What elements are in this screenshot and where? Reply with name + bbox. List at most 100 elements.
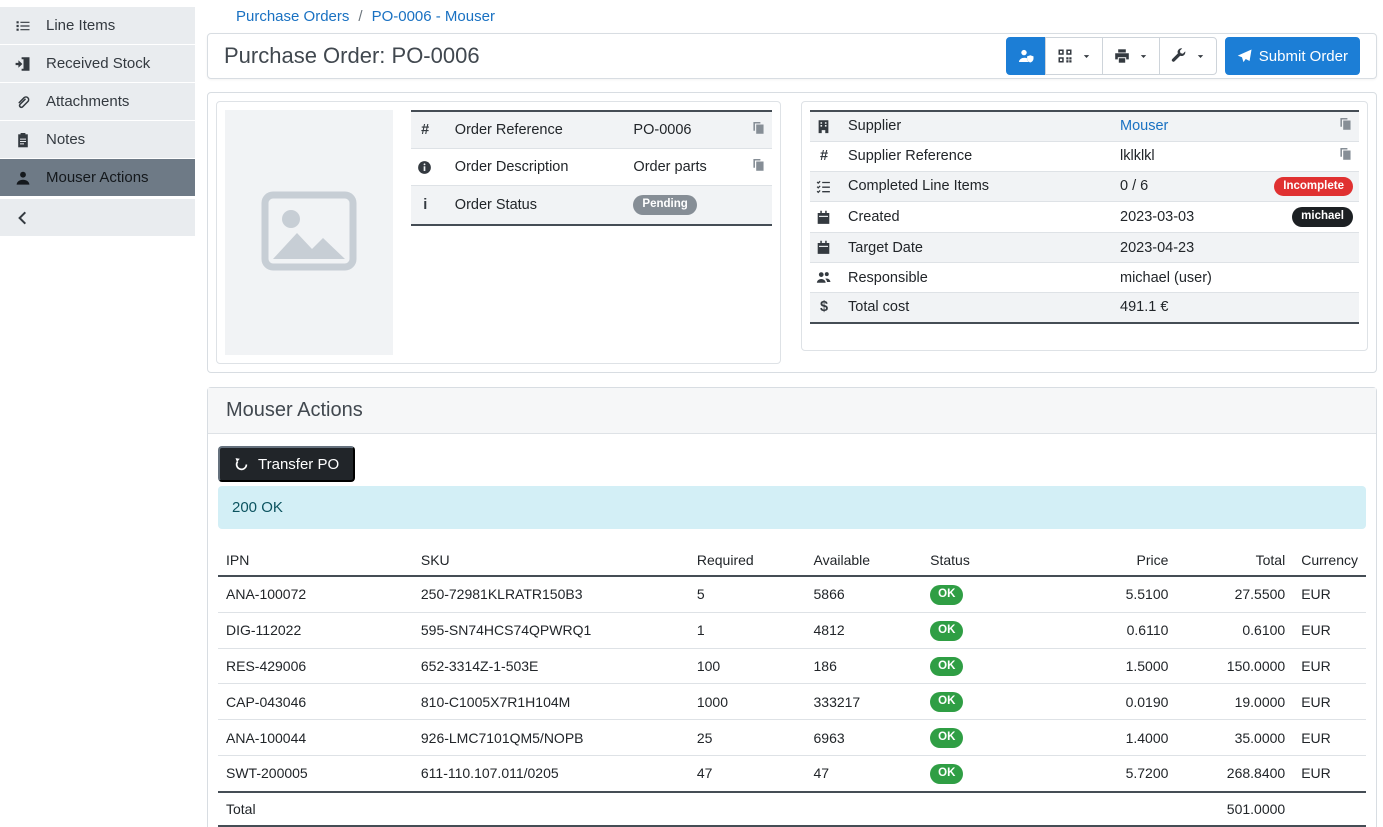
info-circle-icon: [417, 160, 443, 175]
cell-price: 0.0190: [1042, 684, 1176, 720]
cell-ipn: DIG-112022: [218, 612, 413, 648]
page-title: Purchase Order: PO-0006: [224, 43, 480, 69]
col-required: Required: [689, 545, 806, 576]
cell-required: 47: [689, 755, 806, 791]
order-actions-button[interactable]: [1159, 37, 1217, 75]
cell-sku: 652-3314Z-1-503E: [413, 648, 689, 684]
ok-badge: OK: [930, 764, 963, 784]
copy-icon[interactable]: [752, 158, 766, 172]
detail-row-supplier-reference: # Supplier Reference lklklkl: [810, 141, 1359, 171]
sidebar-item-notes[interactable]: Notes: [0, 121, 195, 158]
breadcrumb-link-purchase-orders[interactable]: Purchase Orders: [236, 8, 349, 25]
caret-down-icon: [1137, 52, 1148, 61]
cell-available: 5866: [806, 576, 923, 612]
cell-available: 47: [806, 755, 923, 791]
total-row: Total 501.0000: [218, 792, 1366, 826]
sidebar-collapse-button[interactable]: [0, 199, 195, 236]
detail-row-order-description: Order Description Order parts: [411, 149, 772, 186]
caret-down-icon: [1194, 52, 1205, 61]
cell-ipn: RES-429006: [218, 648, 413, 684]
building-icon: [816, 119, 836, 134]
cell-available: 6963: [806, 720, 923, 756]
mouser-table-header: IPN SKU Required Available Status Price …: [218, 545, 1366, 576]
sidebar-item-attachments[interactable]: Attachments: [0, 83, 195, 120]
paperclip-icon: [15, 94, 31, 110]
cell-total: 0.6100: [1176, 612, 1293, 648]
detail-value: 491.1 €: [1114, 293, 1249, 323]
cell-required: 5: [689, 576, 806, 612]
cell-total: 35.0000: [1176, 720, 1293, 756]
cell-total: 268.8400: [1176, 755, 1293, 791]
sidebar-item-mouser-actions[interactable]: Mouser Actions: [0, 159, 195, 196]
cell-total: 27.5500: [1176, 576, 1293, 612]
order-image-placeholder[interactable]: [225, 110, 393, 355]
list-check-icon: [816, 179, 836, 194]
breadcrumb-link-current[interactable]: PO-0006 - Mouser: [372, 8, 495, 25]
detail-label: Target Date: [842, 233, 1114, 263]
cell-ipn: CAP-043046: [218, 684, 413, 720]
sidebar-item-label: Notes: [46, 131, 85, 148]
cell-currency: EUR: [1293, 612, 1366, 648]
panel-title: Mouser Actions: [208, 388, 1376, 434]
cell-ipn: ANA-100072: [218, 576, 413, 612]
sidebar-item-line-items[interactable]: Line Items: [0, 7, 195, 44]
detail-label: Supplier Reference: [842, 141, 1114, 171]
user-roles-button[interactable]: [1006, 37, 1046, 75]
col-ipn: IPN: [218, 545, 413, 576]
barcode-actions-button[interactable]: [1045, 37, 1103, 75]
cell-ipn: ANA-100044: [218, 720, 413, 756]
cell-currency: EUR: [1293, 755, 1366, 791]
cell-currency: EUR: [1293, 648, 1366, 684]
cell-total: 150.0000: [1176, 648, 1293, 684]
detail-label: Order Status: [449, 186, 628, 225]
mouser-actions-panel: Mouser Actions Transfer PO 200 OK IPN SK…: [207, 387, 1377, 827]
col-currency: Currency: [1293, 545, 1366, 576]
cell-sku: 810-C1005X7R1H104M: [413, 684, 689, 720]
detail-value: 2023-03-03: [1114, 202, 1249, 233]
clipboard-icon: [15, 132, 31, 148]
detail-value: lklklkl: [1114, 141, 1249, 171]
sign-in-icon: [15, 56, 31, 72]
copy-icon[interactable]: [1339, 117, 1353, 131]
detail-label: Responsible: [842, 263, 1114, 293]
cell-price: 1.4000: [1042, 720, 1176, 756]
detail-label: Total cost: [842, 293, 1114, 323]
printer-icon: [1114, 48, 1130, 64]
submit-order-button[interactable]: Submit Order: [1225, 37, 1360, 75]
supplier-info-card: Supplier Mouser # Supplier Reference lkl…: [801, 101, 1368, 351]
cell-available: 333217: [806, 684, 923, 720]
owner-badge: michael: [1292, 207, 1353, 227]
dollar-icon: $: [816, 299, 832, 315]
table-row: ANA-100044 926-LMC7101QM5/NOPB 25 6963 O…: [218, 720, 1366, 756]
cell-price: 1.5000: [1042, 648, 1176, 684]
image-placeholder-icon: [249, 181, 369, 284]
detail-row-total-cost: $ Total cost 491.1 €: [810, 293, 1359, 323]
detail-value: PO-0006: [627, 111, 739, 149]
supplier-link[interactable]: Mouser: [1120, 118, 1168, 134]
detail-row-created: Created 2023-03-03 michael: [810, 202, 1359, 233]
panel-body: Transfer PO 200 OK IPN SKU Required Avai…: [208, 434, 1376, 827]
info-icon: i: [417, 197, 433, 213]
qr-code-icon: [1057, 48, 1073, 64]
hash-icon: #: [417, 122, 433, 138]
detail-value: Order parts: [627, 149, 739, 186]
print-actions-button[interactable]: [1102, 37, 1160, 75]
detail-label: Completed Line Items: [842, 171, 1114, 202]
users-icon: [816, 270, 836, 285]
incomplete-badge: Incomplete: [1274, 177, 1353, 197]
cell-required: 1000: [689, 684, 806, 720]
sidebar-item-received-stock[interactable]: Received Stock: [0, 45, 195, 82]
ok-badge: OK: [930, 621, 963, 641]
cell-ipn: SWT-200005: [218, 755, 413, 791]
table-row: SWT-200005 611-110.107.011/0205 47 47 OK…: [218, 755, 1366, 791]
supplier-details-table: Supplier Mouser # Supplier Reference lkl…: [810, 110, 1359, 324]
cell-required: 1: [689, 612, 806, 648]
transfer-po-button[interactable]: Transfer PO: [218, 446, 355, 482]
copy-icon[interactable]: [752, 121, 766, 135]
cell-currency: EUR: [1293, 720, 1366, 756]
col-available: Available: [806, 545, 923, 576]
cell-sku: 611-110.107.011/0205: [413, 755, 689, 791]
table-row: DIG-112022 595-SN74HCS74QPWRQ1 1 4812 OK…: [218, 612, 1366, 648]
copy-icon[interactable]: [1339, 147, 1353, 161]
cell-required: 100: [689, 648, 806, 684]
